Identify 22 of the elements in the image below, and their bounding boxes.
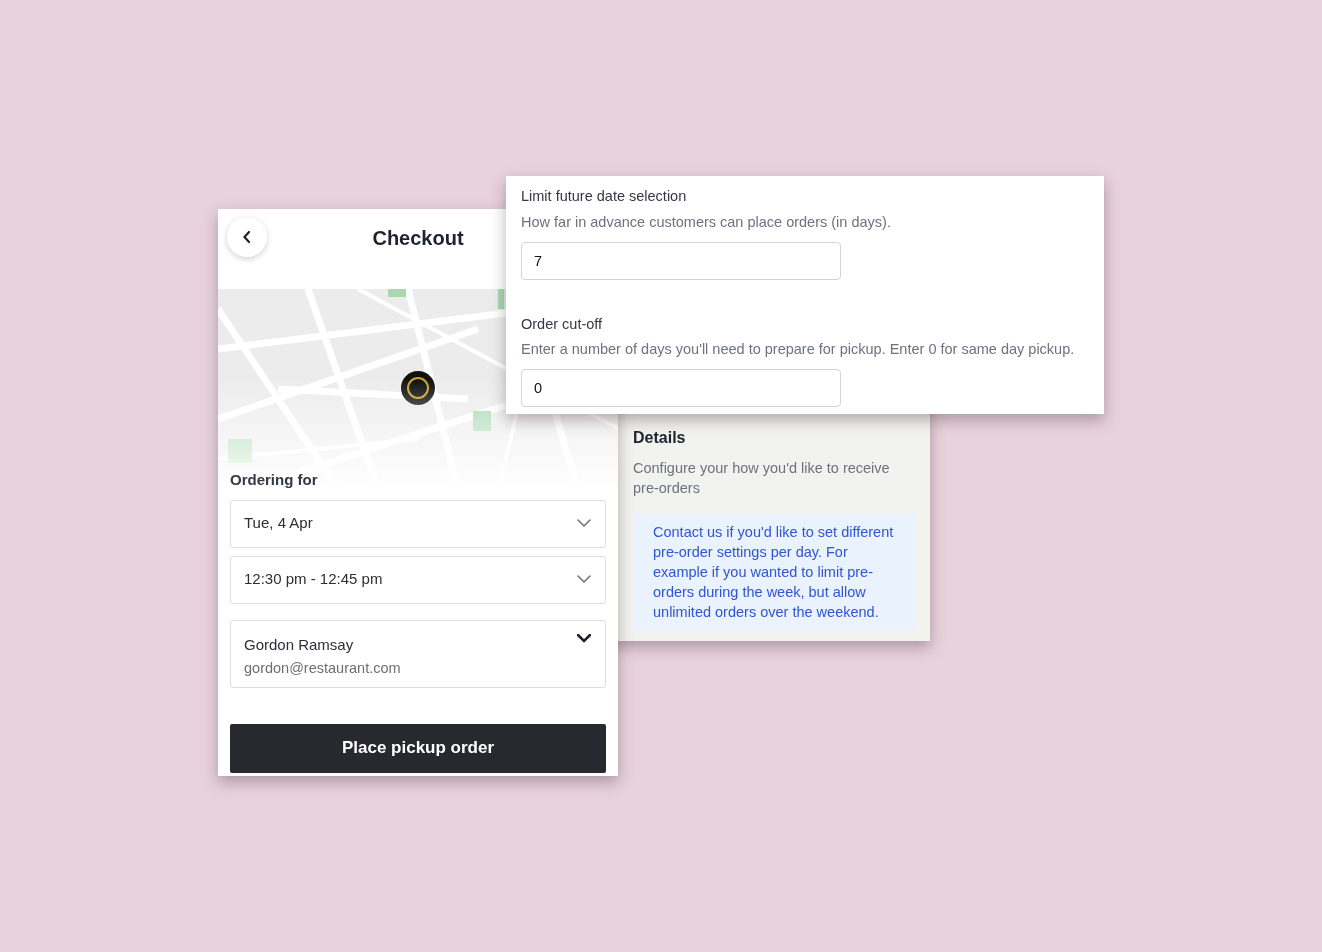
contact-dropdown[interactable]: Gordon Ramsay gordon@restaurant.com <box>230 619 606 688</box>
place-order-button[interactable]: Place pickup order <box>230 723 606 773</box>
section-title: Details <box>633 428 687 448</box>
chevron-down-icon <box>577 519 591 528</box>
field-label: Limit future date selection <box>521 187 688 206</box>
page-title: Checkout <box>372 226 464 251</box>
dropdown[interactable]: Tue, 4 Apr <box>230 499 606 548</box>
input-field[interactable]: 0 <box>521 369 841 407</box>
section-label: Ordering for <box>230 470 319 490</box>
contact-name: Gordon Ramsay <box>244 635 354 653</box>
chevron-down-icon <box>577 633 591 643</box>
help-text: Enter a number of days you'll need to prepare for pickup. Enter 0 for same day pickup. <box>521 340 1076 360</box>
contact-email: gordon@restaurant.com <box>244 659 401 678</box>
help-text: How far in advance customers can place orders (in days). <box>521 212 892 232</box>
input-field[interactable]: 7 <box>521 241 841 280</box>
back-button[interactable] <box>227 217 267 257</box>
chevron-down-icon <box>577 575 591 584</box>
field-label: Order cut-off <box>521 314 604 334</box>
description: Configure your how you'd like to receive pre-orders <box>633 459 891 498</box>
info-note: Contact us if you'd like to set different pre-order settings per day. For example if you wanted to limit pre-orders during the week, but allow unlimited orders over the weekend. <box>633 514 916 630</box>
dropdown[interactable]: 12:30 pm - 12:45 pm <box>230 555 606 604</box>
chevron-left-icon <box>243 231 251 243</box>
